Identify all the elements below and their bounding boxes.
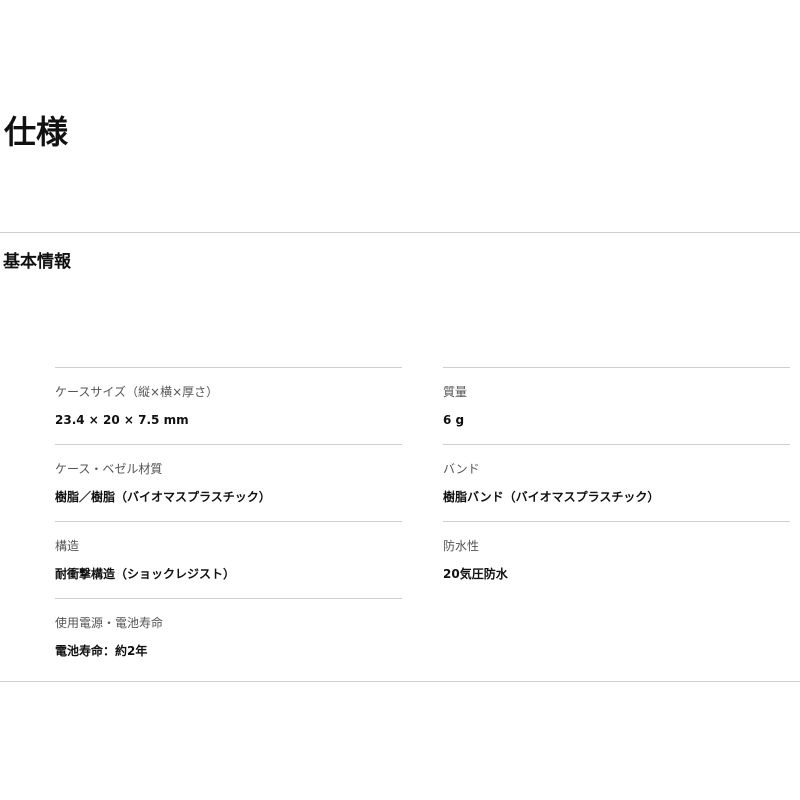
page-title: 仕様 [4,113,69,151]
spec-value: 樹脂バンド（バイオマスプラスチック） [443,490,660,504]
spec-label: 質量 [443,385,468,399]
spec-label: 構造 [55,539,80,553]
spec-label: バンド [443,462,480,476]
spec-value: 6 g [443,413,465,427]
spec-value: 電池寿命：約2年 [55,644,148,658]
spec-item-case-material: ケース・ベゼル材質 樹脂／樹脂（バイオマスプラスチック） [55,444,402,521]
spec-column-left: ケースサイズ（縦×横×厚さ） 23.4 × 20 × 7.5 mm ケース・ベゼ… [55,367,402,675]
spec-value: 樹脂／樹脂（バイオマスプラスチック） [55,490,271,504]
spec-item-structure: 構造 耐衝撃構造（ショックレジスト） [55,521,402,598]
section-divider-bottom [0,681,800,682]
spec-label: ケース・ベゼル材質 [55,462,163,476]
spec-label: 使用電源・電池寿命 [55,616,164,630]
spec-value: 耐衝撃構造（ショックレジスト） [55,567,236,581]
spec-value: 23.4 × 20 × 7.5 mm [55,413,189,427]
spec-value: 20気圧防水 [443,567,508,581]
spec-item-power: 使用電源・電池寿命 電池寿命：約2年 [55,598,402,675]
spec-label: 防水性 [443,539,480,553]
section-title: 基本情報 [3,252,71,272]
spec-item-band: バンド 樹脂バンド（バイオマスプラスチック） [443,444,790,521]
spec-item-weight: 質量 6 g [443,367,790,444]
section-divider-top [0,232,800,233]
spec-label: ケースサイズ（縦×横×厚さ） [55,385,219,399]
spec-item-case-size: ケースサイズ（縦×横×厚さ） 23.4 × 20 × 7.5 mm [55,367,402,444]
spec-column-right: 質量 6 g バンド 樹脂バンド（バイオマスプラスチック） 防水性 20気圧防水 [443,367,790,598]
spec-item-water-resistance: 防水性 20気圧防水 [443,521,790,598]
